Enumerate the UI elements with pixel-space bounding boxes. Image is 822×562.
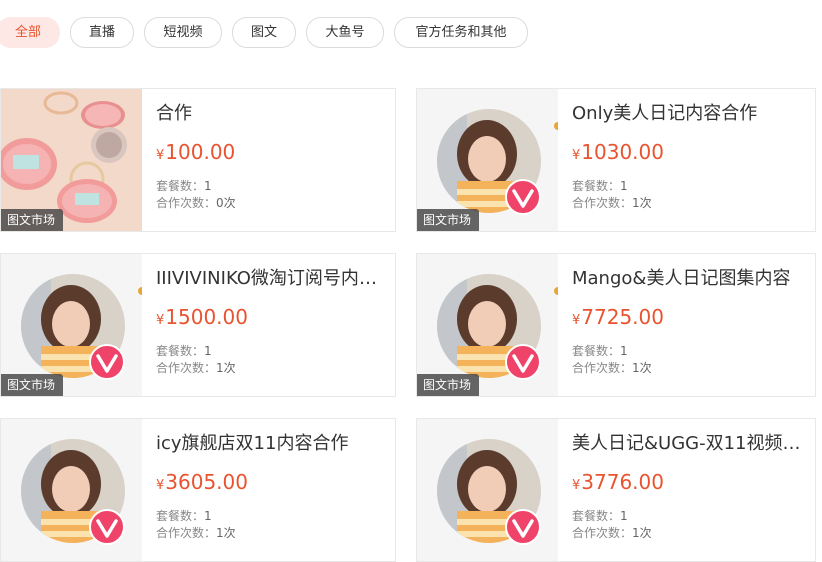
avatar-thumbnail: 图文市场	[417, 254, 558, 396]
category-tag: 图文市场	[417, 374, 480, 396]
category-tag: 图文市场	[417, 209, 480, 231]
category-tag: 图文市场	[1, 209, 64, 231]
filter-official-other[interactable]: 官方任务和其他	[394, 17, 528, 48]
filter-short-video[interactable]: 短视频	[144, 17, 222, 48]
listing-card[interactable]: 美人日记&UGG-双11视频内... ¥3776.00 套餐数：1 合作次数：1…	[416, 418, 816, 562]
collab-count: 合作次数：1次	[156, 526, 236, 540]
filter-live[interactable]: 直播	[70, 17, 134, 48]
card-price: ¥100.00	[156, 140, 236, 164]
card-title: 美人日记&UGG-双11视频内...	[572, 433, 802, 454]
package-count: 套餐数：1	[572, 179, 628, 193]
avatar	[417, 419, 558, 561]
cosmetics-thumbnail: 图文市场	[1, 89, 142, 231]
collab-count: 合作次数：1次	[572, 196, 652, 210]
avatar-thumbnail: 图文市场	[417, 89, 558, 231]
card-price: ¥1500.00	[156, 305, 248, 329]
card-price: ¥3776.00	[572, 470, 664, 494]
package-count: 套餐数：1	[572, 509, 628, 523]
avatar-thumbnail	[417, 419, 558, 561]
card-title: Mango&美人日记图集内容	[572, 268, 791, 289]
card-title: Only美人日记内容合作	[572, 103, 758, 124]
collab-count: 合作次数：1次	[572, 361, 652, 375]
avatar	[1, 419, 142, 561]
package-count: 套餐数：1	[572, 344, 628, 358]
avatar-thumbnail: 图文市场	[1, 254, 142, 396]
listing-card[interactable]: icy旗舰店双11内容合作 ¥3605.00 套餐数：1 合作次数：1次	[0, 418, 396, 562]
filter-dayu[interactable]: 大鱼号	[306, 17, 384, 48]
listing-card[interactable]: 图文市场 IIIVIVINIKO微淘订阅号内容... ¥1500.00 套餐数：…	[0, 253, 396, 397]
card-price: ¥1030.00	[572, 140, 664, 164]
category-tag: 图文市场	[1, 374, 64, 396]
filter-all[interactable]: 全部	[0, 17, 60, 48]
card-price: ¥3605.00	[156, 470, 248, 494]
filter-image-text[interactable]: 图文	[232, 17, 296, 48]
avatar-thumbnail	[1, 419, 142, 561]
listing-card[interactable]: 图文市场 Only美人日记内容合作 ¥1030.00 套餐数：1 合作次数：1次	[416, 88, 816, 232]
listing-card[interactable]: 图文市场 合作 ¥100.00 套餐数：1 合作次数：0次	[0, 88, 396, 232]
collab-count: 合作次数：1次	[156, 361, 236, 375]
card-title: 合作	[156, 103, 192, 124]
package-count: 套餐数：1	[156, 179, 212, 193]
package-count: 套餐数：1	[156, 509, 212, 523]
package-count: 套餐数：1	[156, 344, 212, 358]
collab-count: 合作次数：0次	[156, 196, 236, 210]
card-title: IIIVIVINIKO微淘订阅号内容...	[156, 268, 386, 289]
collab-count: 合作次数：1次	[572, 526, 652, 540]
listing-card[interactable]: 图文市场 Mango&美人日记图集内容 ¥7725.00 套餐数：1 合作次数：…	[416, 253, 816, 397]
card-title: icy旗舰店双11内容合作	[156, 433, 349, 454]
card-price: ¥7725.00	[572, 305, 664, 329]
